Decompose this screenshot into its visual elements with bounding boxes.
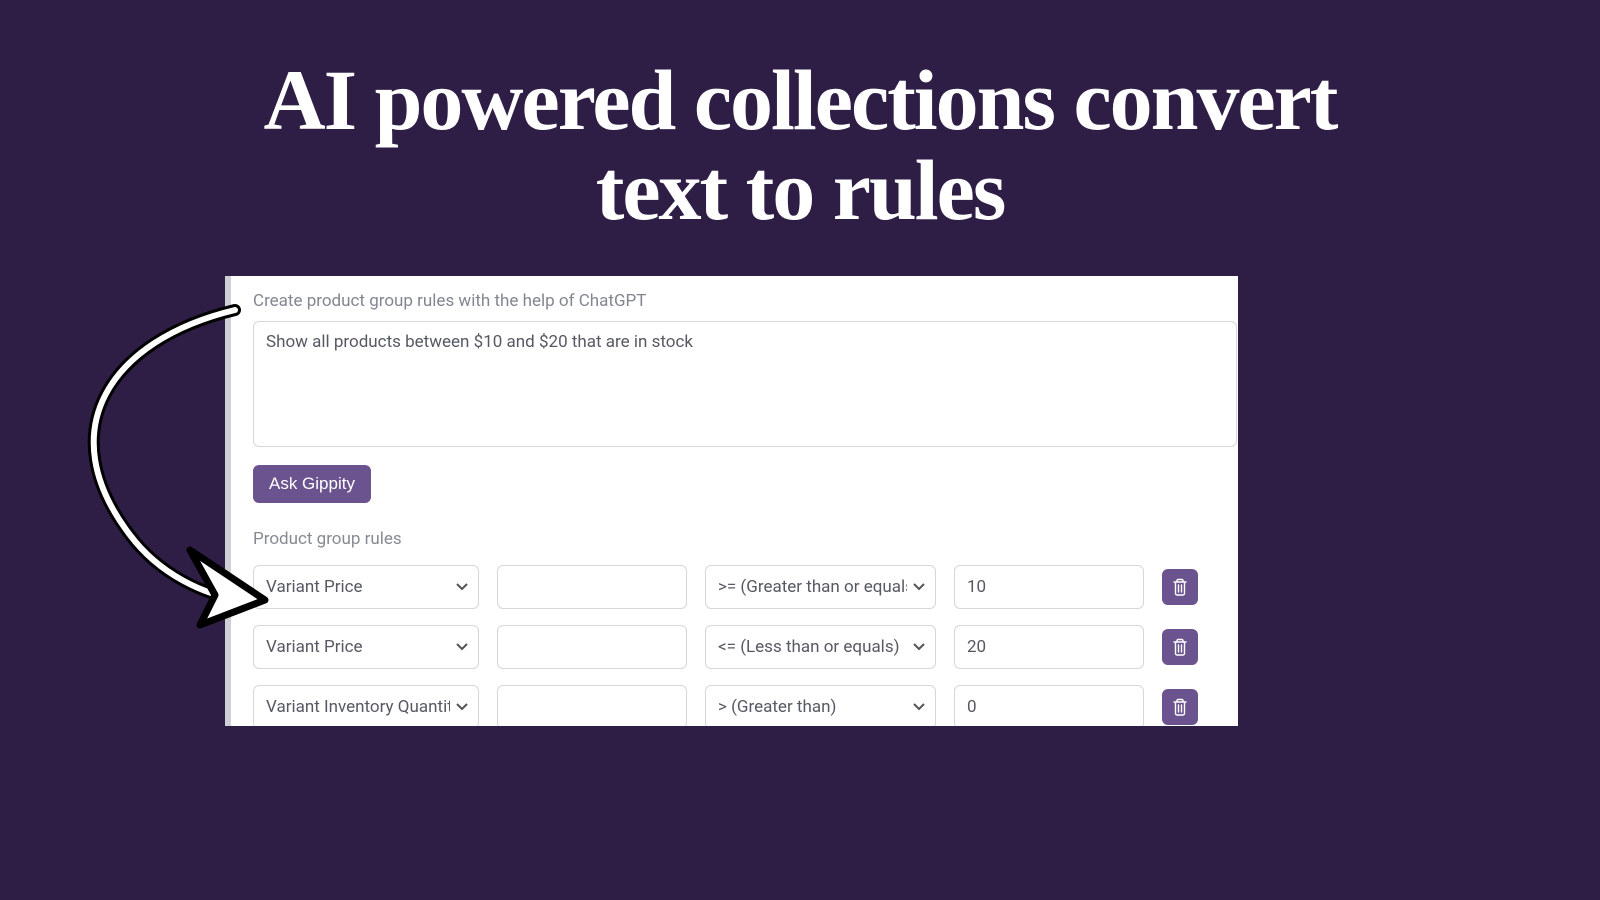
rule-operator-select[interactable]: >= (Greater than or equals) bbox=[705, 565, 936, 609]
rule-mid-input[interactable] bbox=[497, 565, 687, 609]
trash-icon bbox=[1172, 638, 1188, 656]
trash-icon bbox=[1172, 578, 1188, 596]
rule-attribute-select[interactable]: Variant Price bbox=[253, 565, 479, 609]
prompt-label: Create product group rules with the help… bbox=[253, 291, 1238, 311]
ask-button[interactable]: Ask Gippity bbox=[253, 465, 371, 503]
headline: AI powered collections convert text to r… bbox=[250, 55, 1350, 236]
rules-panel: Create product group rules with the help… bbox=[225, 276, 1238, 726]
rule-row: Variant Inventory Quantity > (Greater th… bbox=[253, 685, 1238, 726]
delete-rule-button[interactable] bbox=[1162, 689, 1198, 725]
rule-operator-select[interactable]: > (Greater than) bbox=[705, 685, 936, 726]
rule-operator-select[interactable]: <= (Less than or equals) bbox=[705, 625, 936, 669]
rule-mid-input[interactable] bbox=[497, 625, 687, 669]
rule-attribute-select[interactable]: Variant Inventory Quantity bbox=[253, 685, 479, 726]
prompt-textarea[interactable]: Show all products between $10 and $20 th… bbox=[253, 321, 1237, 447]
delete-rule-button[interactable] bbox=[1162, 569, 1198, 605]
rule-attribute-select[interactable]: Variant Price bbox=[253, 625, 479, 669]
rule-row: Variant Price <= (Less than or equals) bbox=[253, 625, 1238, 669]
rules-section-label: Product group rules bbox=[253, 529, 1238, 549]
delete-rule-button[interactable] bbox=[1162, 629, 1198, 665]
rule-value-input[interactable] bbox=[954, 685, 1144, 726]
trash-icon bbox=[1172, 698, 1188, 716]
rule-value-input[interactable] bbox=[954, 625, 1144, 669]
rule-mid-input[interactable] bbox=[497, 685, 687, 726]
rule-row: Variant Price >= (Greater than or equals… bbox=[253, 565, 1238, 609]
rule-value-input[interactable] bbox=[954, 565, 1144, 609]
